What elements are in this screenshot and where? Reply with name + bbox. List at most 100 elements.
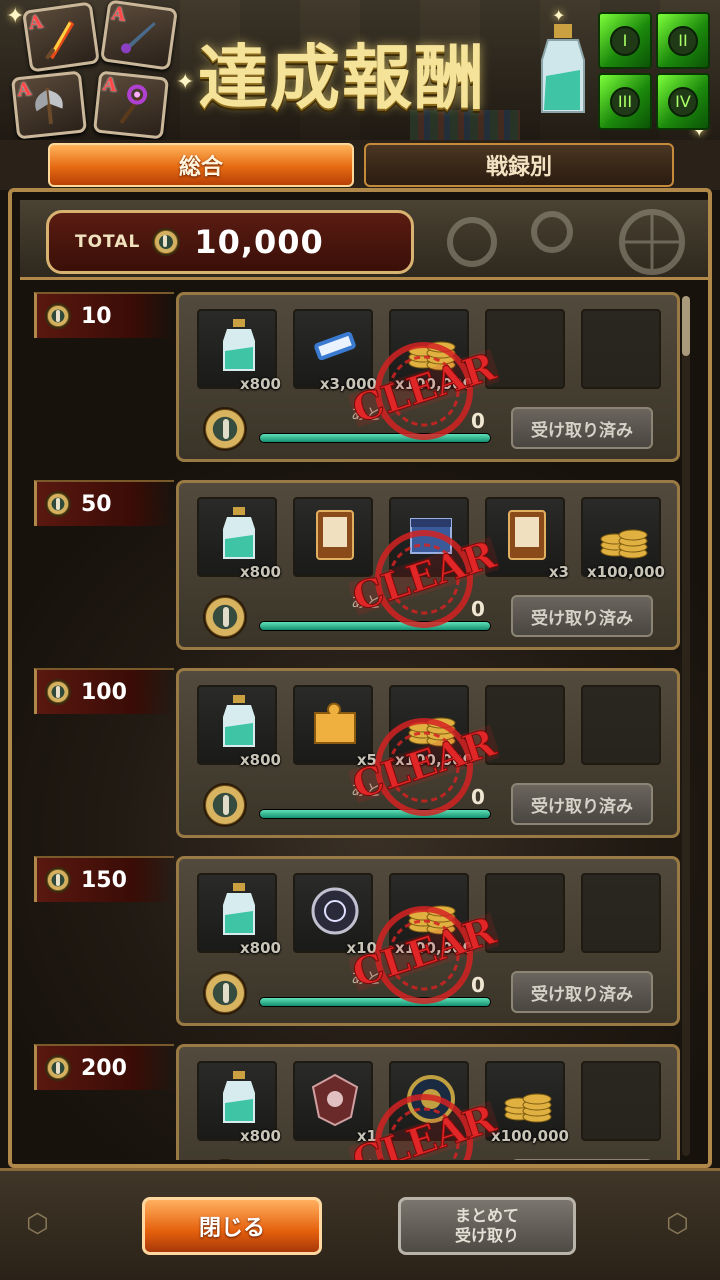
requirement-value: 200: [81, 1055, 127, 1081]
reward-box: x800 x3,000 x100,000 あと 0 受け取り済み CLEAR: [176, 292, 680, 462]
footer-bar: ⬡ ⬡ 閉じる まとめて 受け取り: [0, 1168, 720, 1280]
reward-item-slot[interactable]: x800: [197, 685, 281, 769]
requirement-value: 50: [81, 491, 112, 517]
claim-all-button[interactable]: まとめて 受け取り: [398, 1197, 576, 1255]
gem-icon: IV: [656, 73, 710, 130]
reward-row: 150 x800 x10 x100,000 あと 0 受け取り済み CLEAR: [26, 856, 686, 1030]
weapon-card: A: [92, 70, 170, 140]
hex-bolt-icon: ⬡: [666, 1209, 689, 1239]
medal-coin-icon: [152, 228, 181, 256]
item-quantity: x800: [240, 1127, 281, 1145]
potion-icon: [541, 24, 585, 113]
reward-row: 100 x800 x5 x100,000 あと 0 受け取り済み CLEAR: [26, 668, 686, 842]
svg-text:CLEAR: CLEAR: [349, 531, 499, 619]
potion-icon: [223, 507, 255, 559]
medal-coin-icon: [45, 867, 71, 893]
medal-coin-icon: [45, 1055, 71, 1081]
requirement-badge: 150: [34, 856, 174, 902]
claimed-button[interactable]: 受け取り済み: [511, 783, 653, 825]
hex-bolt-icon: ⬡: [26, 1209, 49, 1239]
reward-row: 10 x800 x3,000 x100,000 あと 0 受け取り済み CLEA…: [26, 292, 686, 466]
gem-icon: III: [598, 73, 652, 130]
medal-coin-icon: [203, 783, 247, 827]
reward-item-slot[interactable]: x800: [197, 497, 281, 581]
clear-stamp: CLEAR: [349, 718, 499, 816]
reward-box: x800 x1 x100,000 あと 0 受け取り済み CLEAR: [176, 1044, 680, 1160]
book-icon: [508, 510, 546, 560]
svg-text:CLEAR: CLEAR: [349, 1095, 499, 1160]
gem-icon: I: [598, 12, 652, 69]
tab-by-record[interactable]: 戦録別: [364, 143, 674, 187]
claimed-button[interactable]: 受け取り済み: [511, 407, 653, 449]
potion-icon: [223, 319, 255, 371]
gem-icon: II: [656, 12, 710, 69]
requirement-badge: 50: [34, 480, 174, 526]
weapon-card: A: [22, 1, 100, 73]
total-value: 10,000: [194, 223, 324, 261]
empty-slot: [581, 1061, 661, 1141]
medal-coin-icon: [45, 679, 71, 705]
reward-box: x800 x3 x100,000 あと 0 受け取り済み CLEA: [176, 480, 680, 650]
sparkle-icon: ✦: [176, 70, 195, 95]
requirement-badge: 10: [34, 292, 174, 338]
item-quantity: x100,000: [491, 1127, 569, 1145]
reward-row: 200 x800 x1 x100,000 あと 0 受け取り済み: [26, 1044, 686, 1160]
potion-icon: [223, 1071, 255, 1123]
item-quantity: x100,000: [587, 563, 665, 581]
requirement-badge: 200: [34, 1044, 174, 1090]
empty-slot: [581, 685, 661, 765]
empty-slot: [581, 309, 661, 389]
item-quantity: x800: [240, 751, 281, 769]
svg-text:CLEAR: CLEAR: [349, 907, 499, 995]
medal-coin-icon: [203, 595, 247, 639]
clear-stamp: CLEAR: [349, 342, 499, 440]
svg-text:CLEAR: CLEAR: [349, 719, 499, 807]
empty-slot: [581, 873, 661, 953]
item-quantity: x800: [240, 375, 281, 393]
coin-stack-icon: [504, 1093, 552, 1123]
item-quantity: x3: [548, 563, 569, 581]
item-quantity: x800: [240, 563, 281, 581]
reward-item-slot[interactable]: x800: [197, 309, 281, 393]
scroll-thumb[interactable]: [682, 296, 690, 356]
weapon-card: A: [10, 70, 88, 140]
requirement-badge: 100: [34, 668, 174, 714]
reward-box: x800 x10 x100,000 あと 0 受け取り済み CLEAR: [176, 856, 680, 1026]
rewards-panel: TOTAL 10,000 10 x800 x3,000 x100,000: [8, 188, 712, 1168]
scrollbar[interactable]: [682, 296, 690, 1156]
reward-row: 50 x800 x3 x100,000 あと: [26, 480, 686, 654]
total-points-display: TOTAL 10,000: [46, 210, 414, 274]
claimed-button[interactable]: 受け取り済み: [511, 971, 653, 1013]
sparkle-icon: ✦: [6, 4, 25, 29]
tab-bar: 総合 戦録別: [0, 140, 720, 190]
potion-icon: [223, 883, 255, 935]
axe-icon: [35, 87, 63, 125]
reward-item-slot[interactable]: x100,000: [581, 497, 665, 581]
page-title: 達成報酬: [198, 36, 486, 119]
medal-coin-icon: [203, 1159, 247, 1160]
medal-coin-icon: [203, 407, 247, 451]
reward-item-slot[interactable]: x800: [197, 873, 281, 957]
total-bar: TOTAL 10,000: [20, 200, 708, 280]
reward-box: x800 x5 x100,000 あと 0 受け取り済み CLEAR: [176, 668, 680, 838]
tab-overall[interactable]: 総合: [48, 143, 354, 187]
reward-item-slot[interactable]: x800: [197, 1061, 281, 1145]
header-banner: ✦ ✦ ✦ ✦ ✦ A A A A 達成報酬 I I: [0, 0, 720, 145]
clear-stamp: CLEAR: [349, 906, 499, 1004]
requirement-value: 10: [81, 303, 112, 329]
reward-list[interactable]: 10 x800 x3,000 x100,000 あと 0 受け取り済み CLEA…: [26, 292, 686, 1160]
clear-stamp: CLEAR: [349, 1094, 499, 1160]
weapon-card: A: [100, 0, 178, 71]
flame-sword-icon: [45, 20, 75, 60]
claimed-button[interactable]: 受け取り済み: [511, 595, 653, 637]
medal-coin-icon: [203, 971, 247, 1015]
coin-stack-icon: [600, 529, 648, 559]
medal-coin-icon: [45, 303, 71, 329]
close-button[interactable]: 閉じる: [142, 1197, 322, 1255]
claimed-button[interactable]: 受け取り済み: [511, 1159, 653, 1160]
svg-text:CLEAR: CLEAR: [349, 343, 499, 431]
potion-icon: [223, 695, 255, 747]
item-quantity: x800: [240, 939, 281, 957]
gears-decoration: [447, 209, 685, 275]
requirement-value: 100: [81, 679, 127, 705]
